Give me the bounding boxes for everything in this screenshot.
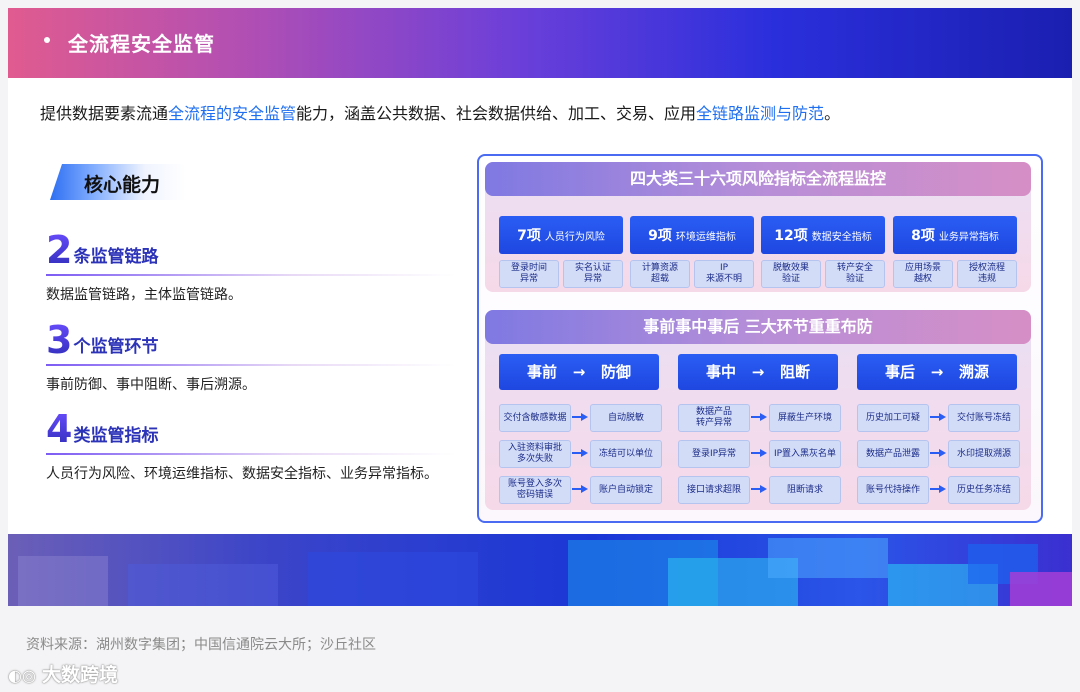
phase-action: 冻结可以单位 (590, 440, 662, 468)
capability-number: 2 (46, 228, 73, 272)
arrow-right-icon (930, 484, 946, 494)
indicator-sub: 转产安全 验证 (825, 260, 885, 288)
indicator-name: 数据安全指标 (811, 232, 872, 243)
phase-trigger: 历史加工可疑 (857, 404, 929, 432)
arrow-right-icon (930, 448, 946, 458)
phase-before: 事前 → 防御 (499, 354, 659, 390)
header-banner: 全流程安全监管 (8, 8, 1072, 78)
indicator-business: 8项 业务异常指标 (893, 216, 1017, 254)
capability-label: 条监管链路 (73, 247, 159, 267)
phase-action: IP置入黑灰名单 (769, 440, 841, 468)
monitoring-panel: 四大类三十六项风险指标全流程监控 7项 人员行为风险 登录时间 异常 实名认证 异… (477, 154, 1043, 523)
phase-trigger: 账号登入多次 密码错误 (499, 476, 571, 504)
indicator-sub: 脱敏效果 验证 (761, 260, 821, 288)
intro-highlight-2: 全链路监测与防范 (696, 104, 825, 123)
divider (46, 364, 456, 366)
indicator-count: 7项 (517, 228, 541, 244)
arrow-right-icon (930, 412, 946, 422)
phase-action: 历史任务冻结 (948, 476, 1020, 504)
phase-after: 事后 → 溯源 (857, 354, 1017, 390)
indicator-count: 9项 (648, 228, 672, 244)
indicator-people: 7项 人员行为风险 (499, 216, 623, 254)
phase-during: 事中 → 阻断 (678, 354, 838, 390)
source-caption: 资料来源：湖州数字集团；中国信通院云大所；沙丘社区 (26, 637, 376, 653)
capability-number: 3 (46, 318, 73, 362)
arrow-right-icon (572, 484, 588, 494)
watermark: ◐◎ 大数跨境 (8, 660, 118, 687)
risk-indicator-section: 四大类三十六项风险指标全流程监控 7项 人员行为风险 登录时间 异常 实名认证 异… (485, 162, 1031, 292)
indicator-environment: 9项 环境运维指标 (630, 216, 754, 254)
indicator-sub: IP 来源不明 (694, 260, 754, 288)
indicator-sub: 登录时间 异常 (499, 260, 559, 288)
indicator-count: 12项 (774, 228, 808, 244)
core-capability-tag: 核心能力 (50, 164, 186, 200)
capability-desc: 事前防御、事中阻断、事后溯源。 (46, 377, 256, 393)
phase-action: 阻断请求 (769, 476, 841, 504)
indicator-sub: 应用场景 越权 (893, 260, 953, 288)
indicator-sub: 实名认证 异常 (563, 260, 623, 288)
defense-title: 事前事中事后 三大环节重重布防 (485, 310, 1031, 344)
phase-action: 自动脱敏 (590, 404, 662, 432)
intro-part-2: 能力，涵盖公共数据、社会数据供给、加工、交易、应用 (296, 104, 697, 123)
capability-label: 个监管环节 (73, 337, 159, 357)
phase-action: 交付账号冻结 (948, 404, 1020, 432)
indicator-name: 人员行为风险 (544, 232, 605, 243)
indicator-data-security: 12项 数据安全指标 (761, 216, 885, 254)
phase-trigger: 交付含敏感数据 (499, 404, 571, 432)
phase-trigger: 登录IP异常 (678, 440, 750, 468)
phase-trigger: 接口请求超限 (678, 476, 750, 504)
divider (46, 453, 456, 455)
indicator-sub: 授权流程 违规 (957, 260, 1017, 288)
phase-action: 账户自动锁定 (590, 476, 662, 504)
core-capability-label: 核心能力 (84, 174, 161, 196)
watermark-logo-icon: ◐◎ (8, 666, 36, 685)
phase-action: 屏蔽生产环境 (769, 404, 841, 432)
content-card: 全流程安全监管 提供数据要素流通全流程的安全监管能力，涵盖公共数据、社会数据供给… (8, 8, 1072, 606)
watermark-text: 大数跨境 (42, 664, 119, 686)
capability-desc: 人员行为风险、环境运维指标、数据安全指标、业务异常指标。 (46, 466, 438, 482)
arrow-right-icon (751, 412, 767, 422)
intro-part-1: 提供数据要素流通 (40, 104, 169, 123)
capability-item-links: 2条监管链路 数据监管链路，主体监管链路。 (46, 228, 456, 303)
page-title: 全流程安全监管 (68, 32, 215, 56)
intro-text: 提供数据要素流通全流程的安全监管能力，涵盖公共数据、社会数据供给、加工、交易、应… (40, 100, 840, 124)
phase-action: 水印提取溯源 (948, 440, 1020, 468)
page-frame: 全流程安全监管 提供数据要素流通全流程的安全监管能力，涵盖公共数据、社会数据供给… (0, 0, 1080, 692)
intro-part-3: 。 (824, 104, 841, 123)
divider (46, 274, 456, 276)
risk-indicator-title: 四大类三十六项风险指标全流程监控 (485, 162, 1031, 196)
indicator-name: 业务异常指标 (938, 232, 999, 243)
bullet-icon (44, 37, 50, 43)
indicator-name: 环境运维指标 (675, 232, 736, 243)
capability-item-stages: 3个监管环节 事前防御、事中阻断、事后溯源。 (46, 318, 456, 393)
decorative-footer-band (8, 534, 1072, 606)
arrow-right-icon (572, 448, 588, 458)
capability-desc: 数据监管链路，主体监管链路。 (46, 287, 242, 303)
defense-section: 事前事中事后 三大环节重重布防 事前 → 防御 交付含敏感数据 自动脱敏 入驻资… (485, 310, 1031, 510)
phase-trigger: 数据产品 转产异常 (678, 404, 750, 432)
arrow-right-icon (751, 448, 767, 458)
capability-item-indicators: 4类监管指标 人员行为风险、环境运维指标、数据安全指标、业务异常指标。 (46, 407, 456, 482)
capability-label: 类监管指标 (73, 426, 159, 446)
arrow-right-icon (751, 484, 767, 494)
indicator-sub: 计算资源 超载 (630, 260, 690, 288)
intro-highlight-1: 全流程的安全监管 (168, 104, 297, 123)
phase-trigger: 账号代持操作 (857, 476, 929, 504)
capability-number: 4 (46, 407, 73, 451)
indicator-count: 8项 (911, 228, 935, 244)
arrow-right-icon (572, 412, 588, 422)
phase-trigger: 数据产品泄露 (857, 440, 929, 468)
phase-trigger: 入驻资料审批 多次失败 (499, 440, 571, 468)
